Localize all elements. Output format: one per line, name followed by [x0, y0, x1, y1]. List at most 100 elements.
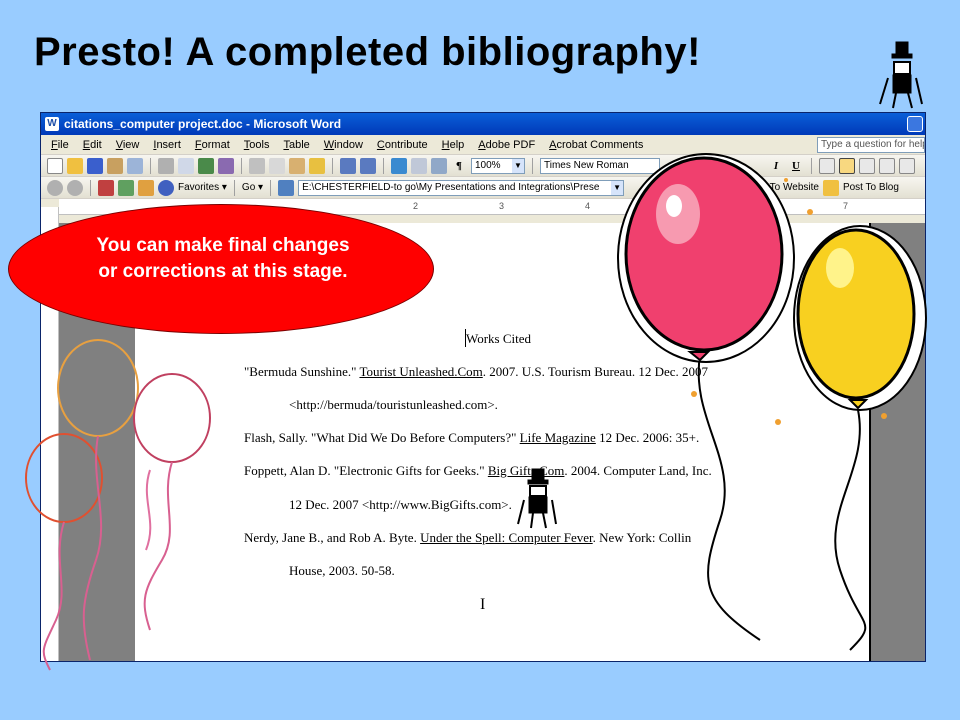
publish-to-website-button[interactable]: lish To Website: [752, 182, 819, 193]
minimize-button[interactable]: [907, 116, 923, 132]
open-folder-icon[interactable]: [67, 157, 83, 174]
columns-icon[interactable]: [431, 157, 447, 174]
indent-icon[interactable]: [899, 157, 915, 174]
citation-text: Foppett, Alan D. "Electronic Gifts for G…: [244, 463, 488, 478]
menu-format[interactable]: Format: [195, 139, 230, 151]
permission-icon[interactable]: [107, 157, 123, 174]
citation-text: Nerdy, Jane B., and Rob A. Byte.: [244, 530, 421, 545]
ibeam-cursor-icon: I: [480, 596, 486, 613]
menu-file[interactable]: File: [51, 139, 69, 151]
underline-button[interactable]: U: [788, 160, 804, 172]
toolbar-separator: [811, 157, 812, 174]
refresh-icon[interactable]: [118, 179, 134, 196]
blog-icon: [822, 179, 839, 196]
works-cited-heading: Works Cited: [466, 331, 532, 346]
forward-icon[interactable]: [67, 179, 83, 196]
ruler-mark: 7: [843, 201, 849, 211]
spelling-icon[interactable]: [198, 157, 214, 174]
table-icon[interactable]: [411, 157, 427, 174]
italic-button[interactable]: I: [768, 160, 784, 172]
citation-title: Life Magazine: [519, 430, 596, 445]
citation-text: . 2004. Computer Land, Inc.: [564, 463, 712, 478]
go-menu[interactable]: Go ▾: [242, 182, 263, 193]
word-window: W citations_computer project.doc - Micro…: [40, 112, 926, 662]
ruler-mark: 3: [499, 201, 505, 211]
email-icon[interactable]: [127, 157, 143, 174]
standard-toolbar: ¶ 100% ▼ Times New Roman I U: [41, 155, 925, 177]
menu-bar: File Edit View Insert Format Tools Table…: [41, 135, 925, 155]
stop-icon[interactable]: [98, 179, 114, 196]
menu-insert[interactable]: Insert: [153, 139, 181, 151]
menu-help[interactable]: Help: [442, 139, 465, 151]
menu-tools[interactable]: Tools: [244, 139, 270, 151]
zoom-select[interactable]: 100% ▼: [471, 157, 525, 174]
post-to-blog-button[interactable]: Post To Blog: [843, 182, 899, 193]
ask-question-input[interactable]: Type a question for help: [817, 136, 925, 153]
citation-line: "Bermuda Sunshine." Tourist Unleashed.Co…: [244, 364, 708, 380]
show-only-web-toolbar-icon[interactable]: [278, 179, 295, 196]
copy-icon[interactable]: [269, 157, 285, 174]
menu-table[interactable]: Table: [283, 139, 309, 151]
menu-contribute[interactable]: Contribute: [377, 139, 428, 151]
toolbar-separator: [241, 157, 242, 174]
toolbar-separator: [532, 157, 533, 174]
toolbar-separator: [383, 157, 384, 174]
toolbar-separator: [332, 157, 333, 174]
citation-text: . 2007. U.S. Tourism Bureau. 12 Dec. 200…: [482, 364, 708, 379]
align-left-icon[interactable]: [819, 157, 835, 174]
menu-acrobat-comments[interactable]: Acrobat Comments: [549, 139, 643, 151]
search-web-icon[interactable]: [158, 179, 174, 196]
citation-text: 12 Dec. 2007 <http://www.BigGifts.com>.: [289, 497, 512, 512]
show-hide-icon[interactable]: ¶: [451, 160, 467, 172]
chevron-down-icon: ▼: [611, 180, 624, 195]
hyperlink-icon[interactable]: [391, 157, 407, 174]
callout-bubble: You can make final changes or correction…: [8, 204, 434, 334]
citation-title: Big Gifts.Com: [487, 463, 565, 478]
numbering-icon[interactable]: [859, 157, 875, 174]
citation-title: Under the Spell: Computer Fever: [420, 530, 593, 545]
save-icon[interactable]: [87, 157, 103, 174]
citation-text: Flash, Sally. "What Did We Do Before Com…: [244, 430, 520, 445]
toolbar-separator: [150, 157, 151, 174]
font-select[interactable]: Times New Roman: [540, 157, 660, 174]
print-icon[interactable]: [158, 157, 174, 174]
bullets-icon[interactable]: [879, 157, 895, 174]
citation-text: . New York: Collin: [592, 530, 692, 545]
print-preview-icon[interactable]: [178, 157, 194, 174]
citation-text: 12 Dec. 2006: 35+.: [595, 430, 700, 445]
menu-edit[interactable]: Edit: [83, 139, 102, 151]
slide-title: Presto! A completed bibliography!: [34, 30, 701, 74]
ruler-mark: 2: [413, 201, 419, 211]
research-icon[interactable]: [218, 157, 234, 174]
citation-line: 12 Dec. 2007 <http://www.BigGifts.com>.: [289, 497, 512, 513]
font-value: Times New Roman: [544, 159, 629, 171]
format-painter-icon[interactable]: [309, 157, 325, 174]
web-toolbar: Favorites ▾ Go ▾ E:\CHESTERFIELD-to go\M…: [41, 177, 925, 199]
callout-text: You can make final changes or correction…: [96, 235, 350, 282]
undo-icon[interactable]: [340, 157, 356, 174]
text-cursor: [465, 329, 466, 347]
new-document-icon[interactable]: [47, 157, 63, 174]
align-center-icon[interactable]: [839, 157, 855, 174]
toolbar-separator: [270, 179, 272, 196]
citation-line: Flash, Sally. "What Did We Do Before Com…: [244, 430, 699, 446]
favorites-menu[interactable]: Favorites ▾: [178, 182, 227, 193]
back-icon[interactable]: [47, 179, 63, 196]
citation-line: Foppett, Alan D. "Electronic Gifts for G…: [244, 463, 712, 479]
address-field[interactable]: E:\CHESTERFIELD-to go\My Presentations a…: [298, 179, 625, 196]
menu-adobe-pdf[interactable]: Adobe PDF: [478, 139, 535, 151]
word-app-icon: W: [45, 117, 59, 131]
home-icon[interactable]: [138, 179, 154, 196]
redo-icon[interactable]: [360, 157, 376, 174]
citation-text: <http://bermuda/touristunleashed.com>.: [289, 397, 498, 412]
menu-window[interactable]: Window: [324, 139, 363, 151]
address-value: E:\CHESTERFIELD-to go\My Presentations a…: [302, 181, 600, 193]
citation-text: "Bermuda Sunshine.": [244, 364, 360, 379]
zoom-value: 100%: [475, 159, 501, 171]
menu-view[interactable]: View: [116, 139, 140, 151]
cut-icon[interactable]: [249, 157, 265, 174]
window-titlebar[interactable]: W citations_computer project.doc - Micro…: [41, 113, 925, 135]
citation-line: Nerdy, Jane B., and Rob A. Byte. Under t…: [244, 530, 691, 546]
paste-icon[interactable]: [289, 157, 305, 174]
citation-line: <http://bermuda/touristunleashed.com>.: [289, 397, 498, 413]
